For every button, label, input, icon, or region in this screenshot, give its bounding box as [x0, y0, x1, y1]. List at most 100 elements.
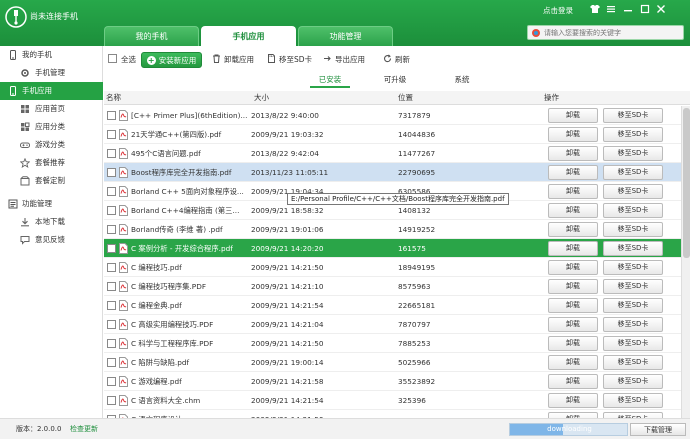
- move-to-sd-button[interactable]: 移至SD卡: [603, 146, 663, 161]
- move-to-sd-button[interactable]: 移至SD卡: [603, 184, 663, 199]
- sidebar-item-app-home[interactable]: 应用首页: [0, 100, 103, 118]
- uninstall-button[interactable]: 卸载: [548, 184, 598, 199]
- row-checkbox[interactable]: [107, 320, 116, 329]
- uninstall-button[interactable]: 卸载: [548, 260, 598, 275]
- row-checkbox[interactable]: [107, 225, 116, 234]
- export-app-button[interactable]: 导出应用: [323, 54, 365, 66]
- uninstall-button[interactable]: 卸载: [548, 108, 598, 123]
- sidebar-item-phone-apps[interactable]: 手机应用: [0, 82, 103, 100]
- move-to-sd-button[interactable]: 移至SD卡: [603, 241, 663, 256]
- uninstall-button[interactable]: 卸载: [548, 355, 598, 370]
- table-row[interactable]: 21天学通C++(第四版).pdf 2009/9/21 19:03:32 14044…: [104, 125, 690, 144]
- move-to-sd-button[interactable]: 移至SD卡: [603, 393, 663, 408]
- sidebar-item-feedback[interactable]: 意见反馈: [0, 231, 103, 249]
- table-row[interactable]: C 陷阱与缺陷.pdf 2009/9/21 19:00:14 5025966 卸载 移至…: [104, 353, 690, 372]
- sidebar-item-package-recommend[interactable]: 套餐推荐: [0, 154, 103, 172]
- refresh-button[interactable]: 刷新: [383, 54, 410, 66]
- tab-feature-management[interactable]: 功能管理: [298, 26, 393, 46]
- move-to-sd-button[interactable]: 移至SD卡: [267, 54, 312, 66]
- uninstall-button[interactable]: 卸载: [548, 241, 598, 256]
- table-row[interactable]: [C++ Primer Plus](6thEdition)... 2013/8/2…: [104, 106, 690, 125]
- move-to-sd-button[interactable]: 移至SD卡: [603, 336, 663, 351]
- row-checkbox[interactable]: [107, 339, 116, 348]
- uninstall-button[interactable]: 卸载: [548, 203, 598, 218]
- move-to-sd-button[interactable]: 移至SD卡: [603, 108, 663, 123]
- uninstall-button[interactable]: 卸载: [548, 146, 598, 161]
- row-checkbox[interactable]: [107, 206, 116, 215]
- row-checkbox[interactable]: [107, 244, 116, 253]
- row-checkbox[interactable]: [107, 130, 116, 139]
- row-checkbox[interactable]: [107, 301, 116, 310]
- uninstall-button[interactable]: 卸载: [548, 298, 598, 313]
- row-checkbox[interactable]: [107, 149, 116, 158]
- close-icon[interactable]: [656, 4, 666, 14]
- move-to-sd-button[interactable]: 移至SD卡: [603, 317, 663, 332]
- scroll-thumb[interactable]: [683, 108, 690, 258]
- move-to-sd-button[interactable]: 移至SD卡: [603, 222, 663, 237]
- table-row[interactable]: C 游戏编程.pdf 2009/9/21 14:21:58 35523892 卸载 移至…: [104, 372, 690, 391]
- uninstall-button[interactable]: 卸载: [548, 336, 598, 351]
- row-checkbox[interactable]: [107, 358, 116, 367]
- move-to-sd-button[interactable]: 移至SD卡: [603, 260, 663, 275]
- menu-icon[interactable]: [606, 4, 616, 14]
- table-row[interactable]: C 高级实用编程技巧.PDF 2009/9/21 14:21:04 7870797 卸…: [104, 315, 690, 334]
- table-row[interactable]: C 编程金典.pdf 2009/9/21 14:21:54 22665181 卸载 移至…: [104, 296, 690, 315]
- shirt-icon[interactable]: [590, 4, 600, 14]
- maximize-icon[interactable]: [640, 4, 650, 14]
- sidebar-item-game-category[interactable]: 游戏分类: [0, 136, 103, 154]
- table-row[interactable]: Borland传奇 (李维 著) .pdf 2009/9/21 19:01:06 1…: [104, 220, 690, 239]
- move-to-sd-button[interactable]: 移至SD卡: [603, 127, 663, 142]
- table-row[interactable]: C 语言资料大全.chm 2009/9/21 14:21:54 325396 卸载 移至…: [104, 391, 690, 410]
- uninstall-app-button[interactable]: 卸载应用: [212, 54, 254, 66]
- table-row[interactable]: C 编程技巧.pdf 2009/9/21 14:21:50 18949195 卸载 移至…: [104, 258, 690, 277]
- search-box[interactable]: [527, 25, 684, 40]
- sidebar-item-phone-manage[interactable]: 手机管理: [0, 64, 103, 82]
- row-checkbox[interactable]: [107, 263, 116, 272]
- sidebar-item-my-phone[interactable]: 我的手机: [0, 46, 103, 64]
- sidebar-item-feature-management[interactable]: 功能管理: [0, 195, 103, 213]
- move-to-sd-button[interactable]: 移至SD卡: [603, 203, 663, 218]
- sidebar-item-package-custom[interactable]: 套餐定制: [0, 172, 103, 190]
- check-update-link[interactable]: 检查更新: [70, 419, 98, 439]
- vertical-scrollbar[interactable]: [681, 106, 690, 418]
- select-all-checkbox[interactable]: 全选: [108, 54, 136, 66]
- column-header-location[interactable]: 位置: [398, 91, 413, 105]
- search-input[interactable]: [544, 26, 682, 39]
- uninstall-button[interactable]: 卸载: [548, 127, 598, 142]
- table-row[interactable]: C 语言程序设计...2009/9/21 14:21:50...卸载移至SD卡: [104, 410, 690, 418]
- table-row[interactable]: Boost程序库完全开发指南.pdf 2013/11/23 11:05:11 227…: [104, 163, 690, 182]
- row-checkbox[interactable]: [107, 111, 116, 120]
- subtab-system[interactable]: 系统: [442, 74, 482, 88]
- sidebar-item-local-download[interactable]: 本地下载: [0, 213, 103, 231]
- row-checkbox[interactable]: [107, 168, 116, 177]
- row-checkbox[interactable]: [107, 282, 116, 291]
- column-header-size[interactable]: 大小: [254, 91, 269, 105]
- minimize-icon[interactable]: [623, 4, 633, 14]
- move-to-sd-button[interactable]: 移至SD卡: [603, 279, 663, 294]
- uninstall-button[interactable]: 卸载: [548, 317, 598, 332]
- uninstall-button[interactable]: 卸载: [548, 374, 598, 389]
- table-row[interactable]: C 科学与工程程序库.PDF 2009/9/21 14:21:50 7885253 卸…: [104, 334, 690, 353]
- move-to-sd-button[interactable]: 移至SD卡: [603, 374, 663, 389]
- row-checkbox[interactable]: [107, 377, 116, 386]
- subtab-upgradable[interactable]: 可升级: [375, 74, 415, 88]
- row-checkbox[interactable]: [107, 187, 116, 196]
- install-new-app-button[interactable]: + 安装新应用: [141, 52, 202, 68]
- uninstall-button[interactable]: 卸载: [548, 393, 598, 408]
- tab-phone-apps[interactable]: 手机应用: [201, 26, 296, 46]
- move-to-sd-button[interactable]: 移至SD卡: [603, 298, 663, 313]
- uninstall-button[interactable]: 卸载: [548, 279, 598, 294]
- table-row[interactable]: C 编程技巧程序集.PDF 2009/9/21 14:21:10 8575963 卸载…: [104, 277, 690, 296]
- uninstall-button[interactable]: 卸载: [548, 222, 598, 237]
- column-header-name[interactable]: 名称: [106, 91, 121, 105]
- login-link[interactable]: 点击登录: [543, 5, 573, 16]
- download-manager-button[interactable]: 下载管理: [630, 423, 686, 436]
- tab-my-phone[interactable]: 我的手机: [104, 26, 199, 46]
- checkbox[interactable]: [108, 54, 117, 63]
- row-checkbox[interactable]: [107, 396, 116, 405]
- sidebar-item-app-category[interactable]: 应用分类: [0, 118, 103, 136]
- table-row[interactable]: C 案例分析 - 开发综合程序.pdf 2009/9/21 14:20:20 161…: [104, 239, 690, 258]
- table-row[interactable]: 495个C语言问题.pdf 2013/8/22 9:42:04 11477267 卸载…: [104, 144, 690, 163]
- subtab-installed[interactable]: 已安装: [310, 74, 350, 88]
- move-to-sd-button[interactable]: 移至SD卡: [603, 165, 663, 180]
